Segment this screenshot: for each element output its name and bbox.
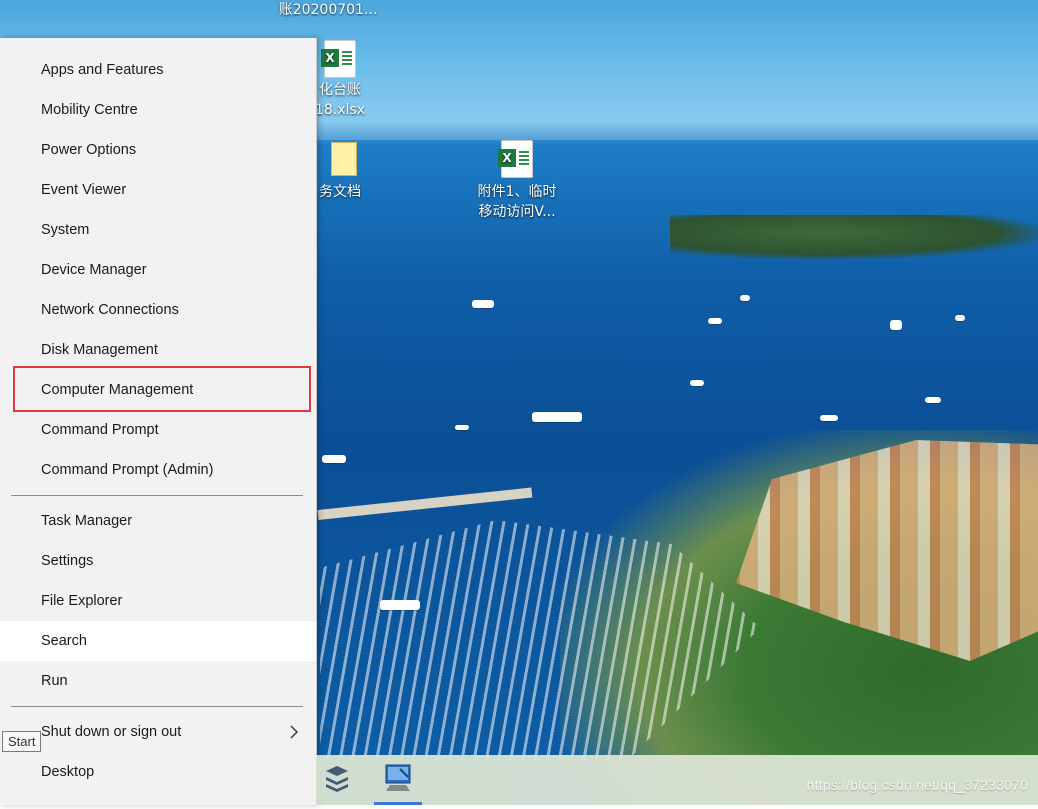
menu-item-label: Run (41, 673, 68, 689)
menu-item-label: System (41, 222, 90, 238)
menu-item-label: Command Prompt (Admin) (41, 462, 214, 478)
watermark-text: https://blog.csdn.net/qq_37233070 (806, 777, 1028, 793)
taskbar-stack-app-icon[interactable] (316, 755, 364, 805)
menu-item-run[interactable]: Run (0, 661, 316, 701)
boat (740, 295, 750, 301)
menu-item-label: Mobility Centre (41, 102, 138, 118)
island (670, 215, 1038, 260)
power-user-menu: Apps and Features Mobility Centre Power … (0, 38, 317, 805)
menu-item-search[interactable]: Search (0, 621, 316, 661)
menu-item-task-manager[interactable]: Task Manager (0, 501, 316, 541)
menu-item-disk-management[interactable]: Disk Management (0, 330, 316, 370)
boat (322, 455, 346, 463)
menu-item-label: Event Viewer (41, 182, 127, 198)
menu-item-settings[interactable]: Settings (0, 541, 316, 581)
highlight-annotation (13, 366, 311, 412)
excel-icon: X (462, 140, 572, 182)
boat (890, 320, 902, 330)
menu-item-desktop[interactable]: Desktop (0, 752, 316, 792)
menu-item-label: Settings (41, 553, 94, 569)
menu-item-label: Device Manager (41, 262, 147, 278)
boat (690, 380, 704, 386)
boat (455, 425, 469, 430)
chevron-right-icon (284, 712, 304, 752)
menu-item-label: Disk Management (41, 342, 158, 358)
menu-item-command-prompt-admin[interactable]: Command Prompt (Admin) (0, 450, 316, 490)
menu-item-label: File Explorer (41, 593, 123, 609)
menu-separator (11, 706, 303, 707)
taskbar-remote-desktop-icon[interactable] (374, 755, 422, 805)
boat (532, 412, 582, 422)
menu-item-label: Search (41, 633, 87, 649)
menu-item-shut-down[interactable]: Shut down or sign out (0, 712, 316, 752)
menu-item-mobility-centre[interactable]: Mobility Centre (0, 90, 316, 130)
menu-item-label: Network Connections (41, 302, 179, 318)
desktop-file-label-4b: 移动访问V... (478, 204, 556, 220)
jetty (317, 487, 533, 520)
boat (708, 318, 722, 324)
menu-item-label: Task Manager (41, 513, 133, 529)
menu-item-label: Shut down or sign out (41, 724, 182, 740)
desktop-file-label-1: 账20200701... (278, 2, 378, 18)
menu-item-label: Command Prompt (41, 422, 159, 438)
menu-item-file-explorer[interactable]: File Explorer (0, 581, 316, 621)
boat (955, 315, 965, 321)
desktop-file-icon-4[interactable]: X 附件1、临时 移动访问V... (462, 140, 572, 222)
desktop-file-label-4a: 附件1、临时 (477, 184, 557, 200)
boat (380, 600, 420, 610)
menu-item-label: Apps and Features (41, 62, 164, 78)
menu-item-command-prompt[interactable]: Command Prompt (0, 410, 316, 450)
menu-item-power-options[interactable]: Power Options (0, 130, 316, 170)
menu-item-network-connections[interactable]: Network Connections (0, 290, 316, 330)
start-tooltip: Start (2, 731, 42, 752)
menu-item-label: Desktop (41, 764, 95, 780)
menu-item-apps-and-features[interactable]: Apps and Features (0, 50, 316, 90)
menu-item-device-manager[interactable]: Device Manager (0, 250, 316, 290)
desktop-file-icon-1[interactable]: 账20200701... (278, 0, 378, 20)
boat (925, 397, 941, 403)
menu-item-label: Power Options (41, 142, 137, 158)
menu-item-event-viewer[interactable]: Event Viewer (0, 170, 316, 210)
boat (472, 300, 494, 308)
menu-item-system[interactable]: System (0, 210, 316, 250)
menu-separator (11, 495, 303, 496)
boat (820, 415, 838, 421)
